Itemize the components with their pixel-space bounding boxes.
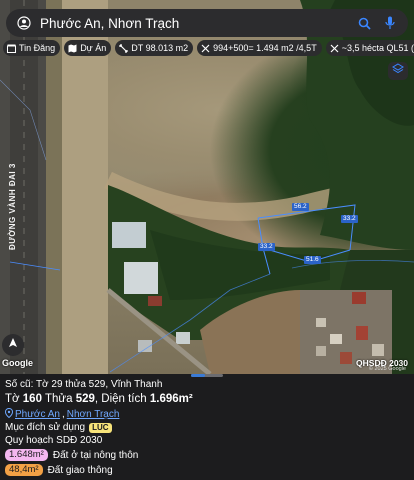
old-parcel-number: Số cũ: Tờ 29 thửa 529, Vĩnh Thanh [5, 379, 163, 390]
google-logo: Google [2, 358, 33, 368]
person-circle-icon[interactable] [16, 15, 32, 31]
dimension-label: 33.2 [258, 243, 275, 251]
chip-dt[interactable]: DT 98.013 m2 [115, 40, 194, 56]
commune-link[interactable]: Phước An [15, 409, 60, 420]
location-separator: , [61, 409, 65, 420]
planning-area-badge: 48,4m² [5, 464, 43, 476]
search-input[interactable]: Phước An, Nhơn Trạch [40, 16, 356, 31]
navigation-arrow-icon [7, 336, 19, 354]
planning-item-label: Đất giao thông [47, 464, 113, 476]
parcel-summary: Tờ 160 Thửa 529, Diện tích 1.696m² [5, 393, 193, 405]
road-label: ĐƯỜNG VÀNH ĐAI 3 [8, 163, 17, 250]
microphone-icon[interactable] [382, 15, 398, 31]
dimension-label: 51.6 [304, 256, 321, 264]
district-link[interactable]: Nhơn Trạch [67, 409, 120, 420]
sheet-handle-active [191, 374, 205, 377]
planning-title: Quy hoạch SDĐ 2030 [5, 435, 103, 446]
parcel-location: Phước An, Nhơn Trạch [4, 407, 120, 421]
planning-item-label: Đất ở tại nông thôn [52, 449, 139, 461]
store-icon [7, 44, 16, 53]
purpose-code-badge: LUC [89, 422, 112, 433]
area-value: 1.696m² [149, 393, 193, 405]
purpose-label: Mục đích sử dụng [5, 422, 86, 433]
chip-label: Dự Án [80, 43, 107, 53]
filter-chips: Tin Đăng Dự Án DT 98.013 m2 994+500= 1.4… [3, 40, 414, 57]
chip-hecta[interactable]: ~3,5 hécta QL51 (34.823 m [325, 40, 414, 56]
map-icon [68, 44, 77, 53]
sheet-number: 160 [22, 393, 42, 405]
navigation-button[interactable] [2, 334, 24, 356]
layers-icon [392, 62, 404, 80]
planning-item: 48,4m² Đất giao thông [5, 464, 113, 476]
expand-icon [201, 44, 210, 53]
expand-icon [330, 44, 339, 53]
chip-du-an[interactable]: Dự Án [64, 40, 112, 56]
chip-label: ~3,5 hécta QL51 (34.823 m [341, 43, 414, 53]
land-use-purpose: Mục đích sử dụng LUC [5, 422, 112, 433]
chip-label: DT 98.013 m2 [131, 43, 189, 53]
layers-button[interactable] [388, 62, 408, 80]
ruler-icon [119, 43, 128, 53]
search-bar[interactable]: Phước An, Nhơn Trạch [6, 9, 408, 37]
location-pin-icon [4, 407, 14, 421]
chip-area-sum[interactable]: 994+500= 1.494 m2 /4,5T [197, 40, 322, 56]
search-icon[interactable] [356, 15, 372, 31]
dimension-label: 56.2 [292, 203, 309, 211]
parcel-info-sheet[interactable]: Số cũ: Tờ 29 thửa 529, Vĩnh Thanh Tờ 160… [0, 374, 414, 480]
dimension-label: 33.2 [341, 215, 358, 223]
sheet-label: Tờ [5, 393, 20, 405]
area-label: , Diện tích [94, 393, 147, 405]
planning-area-badge: 1.648m² [5, 449, 48, 461]
chip-label: Tin Đăng [19, 43, 56, 53]
parcel-label: Thửa [44, 393, 73, 405]
map-copyright: © 2025 Google [368, 366, 406, 372]
planning-item: 1.648m² Đất ở tại nông thôn [5, 449, 138, 461]
chip-tin-dang[interactable]: Tin Đăng [3, 40, 61, 56]
chip-label: 994+500= 1.494 m2 /4,5T [213, 43, 317, 53]
parcel-number: 529 [75, 393, 95, 405]
